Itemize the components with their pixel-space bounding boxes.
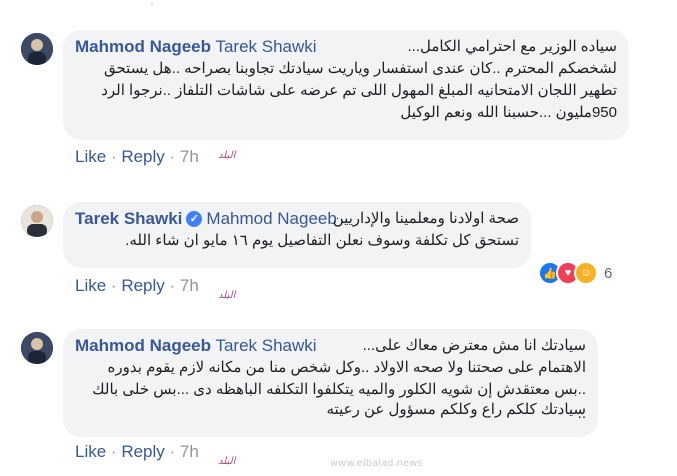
- site-watermark: www.elbalad.news: [330, 458, 423, 469]
- avatar-image: [21, 33, 53, 65]
- reply-link[interactable]: Reply: [121, 276, 164, 295]
- timestamp[interactable]: 7h: [180, 442, 199, 461]
- verified-badge-icon: ✓: [186, 210, 203, 227]
- separator-dot: ·: [169, 276, 180, 295]
- separator-dot: ·: [150, 0, 154, 10]
- comment-actions: Like · Reply · 7h: [75, 147, 199, 167]
- reply-link[interactable]: Reply: [121, 147, 164, 166]
- reply-link[interactable]: Reply: [121, 442, 164, 461]
- comment-text-line: ..بس معتقدش إن شويه الكلور والميه يتكلفو…: [92, 381, 586, 398]
- timestamp[interactable]: 7h: [180, 276, 199, 295]
- mention-name[interactable]: Tarek Shawki: [215, 37, 316, 56]
- reaction-count: 6: [604, 264, 613, 282]
- comment-actions: Like · Reply · 7h: [75, 442, 199, 462]
- balad-logo: البلد: [218, 456, 236, 467]
- separator-dot: ·: [110, 442, 122, 461]
- comment-text-line: تطهير اللجان الامتحانيه المبلغ المهول ال…: [101, 82, 617, 99]
- avatar-image: [21, 205, 53, 237]
- avatar-image: [21, 332, 53, 364]
- comment-bubble: Mahmod Nageeb Tarek Shawki سياده الوزير …: [63, 30, 629, 140]
- mention-name[interactable]: Mahmod Nageeb: [206, 209, 336, 228]
- previous-comment-meta: ·: [0, 0, 677, 12]
- avatar[interactable]: [21, 332, 53, 364]
- mention-name[interactable]: Tarek Shawki: [215, 336, 316, 355]
- comment-text-line: 950مليون ...حسبنا الله ونعم الوكيل: [400, 104, 617, 121]
- separator-dot: ·: [110, 147, 122, 166]
- timestamp[interactable]: 7h: [180, 147, 199, 166]
- comment-bubble: Mahmod Nageeb Tarek Shawki سيادتك انا مش…: [63, 329, 598, 437]
- separator-dot: ·: [169, 442, 180, 461]
- care-reaction-icon: ☺: [574, 261, 598, 285]
- separator-dot: ·: [169, 147, 180, 166]
- author-name[interactable]: Mahmod Nageeb: [75, 37, 211, 56]
- comment-text-line: تستحق كل تكلفة وسوف نعلن التفاصيل يوم ١٦…: [125, 232, 519, 249]
- like-link[interactable]: Like: [75, 442, 106, 461]
- comment-text-line: الاهتمام على صحتنا ولا صحه الاولاد ..وكل…: [107, 359, 586, 376]
- avatar[interactable]: [21, 205, 53, 237]
- like-link[interactable]: Like: [75, 276, 106, 295]
- comment-bubble: Tarek Shawki ✓ Mahmod Nageeb صحة اولادنا و…: [63, 202, 531, 268]
- separator-dot: ·: [110, 276, 122, 295]
- like-link[interactable]: Like: [75, 147, 106, 166]
- reaction-summary[interactable]: 👍 ♥ ☺ 6: [538, 259, 612, 287]
- comment-text-line: لشخصكم المحترم ..كان عندى استفسار وياريت…: [103, 60, 617, 77]
- balad-logo: البلد: [218, 150, 236, 161]
- balad-logo: البلد: [218, 290, 236, 301]
- avatar[interactable]: [21, 33, 53, 65]
- comment-actions: Like · Reply · 7h: [75, 276, 199, 296]
- author-name[interactable]: Tarek Shawki: [75, 209, 182, 228]
- author-name[interactable]: Mahmod Nageeb: [75, 336, 211, 355]
